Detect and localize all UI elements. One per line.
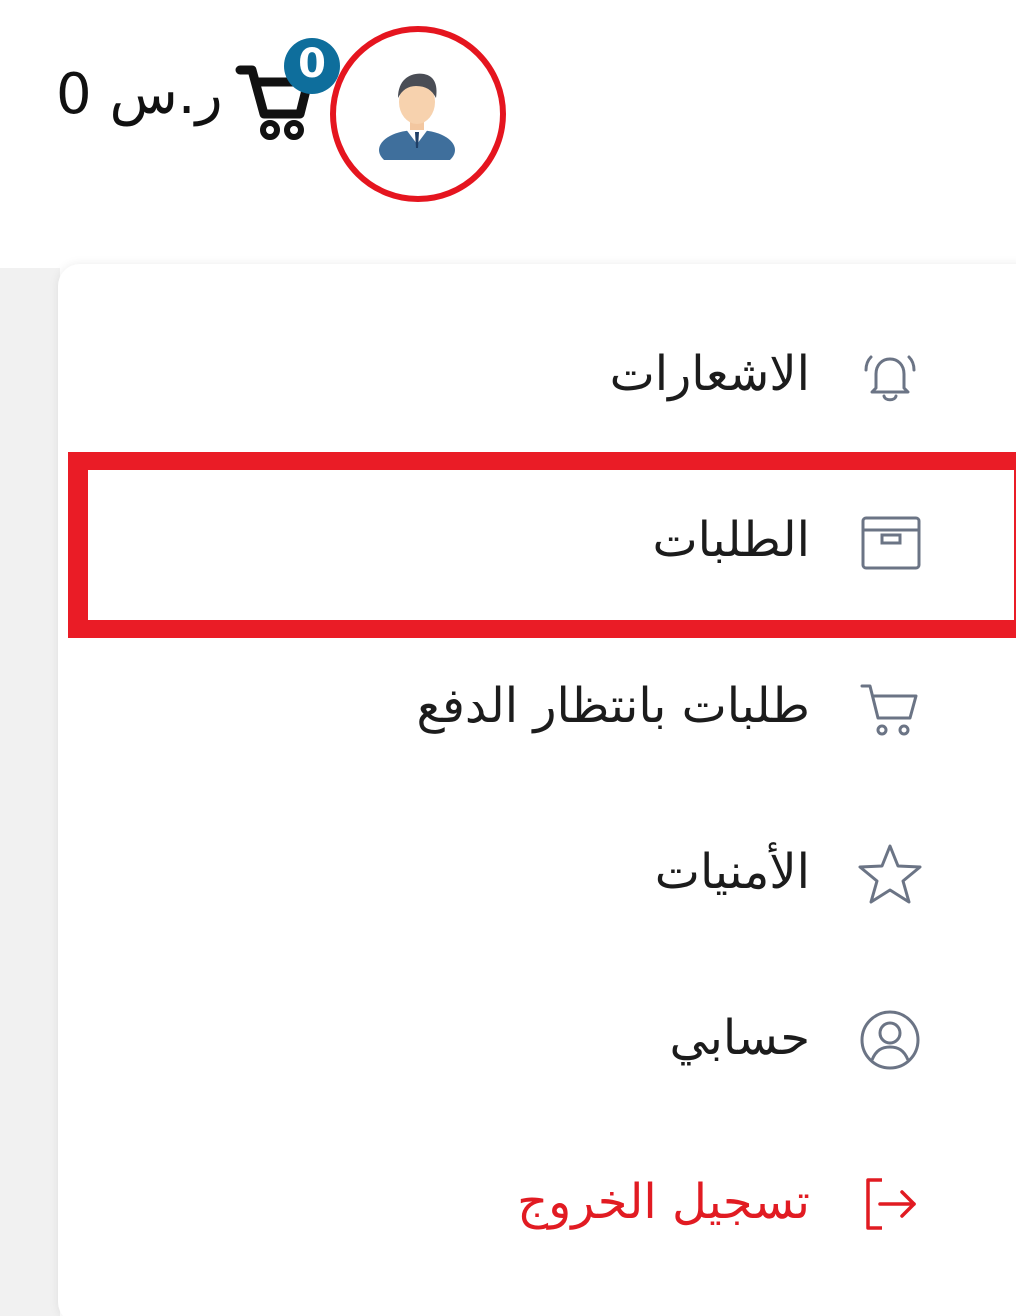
menu-item-notifications[interactable]: الاشعارات (58, 314, 1016, 434)
star-icon (858, 844, 922, 904)
background-strip (0, 268, 60, 1316)
cart-icon (860, 684, 918, 736)
archive-box-icon (861, 516, 921, 570)
cart-total-price: 0 ر.س (56, 62, 223, 127)
user-circle-icon (860, 1010, 920, 1070)
menu-item-label: الطلبات (652, 512, 810, 568)
menu-item-label: حسابي (669, 1010, 810, 1066)
avatar-icon (379, 73, 455, 160)
menu-item-orders[interactable]: الطلبات (58, 480, 1016, 600)
page: 0 ر.س 0 الاشعارات الطلبات طلبات بانتظار … (0, 0, 1016, 1316)
user-avatar-button[interactable] (330, 26, 506, 202)
menu-item-label: طلبات بانتظار الدفع (416, 678, 810, 734)
menu-item-my-account[interactable]: حسابي (58, 978, 1016, 1098)
menu-item-label: الاشعارات (609, 346, 810, 402)
menu-item-label: الأمنيات (654, 844, 810, 900)
menu-item-pending-payment-orders[interactable]: طلبات بانتظار الدفع (58, 646, 1016, 766)
account-dropdown-menu: الاشعارات الطلبات طلبات بانتظار الدفع ال… (58, 264, 1016, 1316)
bell-icon (864, 355, 916, 402)
logout-icon (866, 1178, 916, 1230)
menu-item-wishlist[interactable]: الأمنيات (58, 812, 1016, 932)
menu-item-logout[interactable]: تسجيل الخروج (58, 1142, 1016, 1262)
menu-item-label: تسجيل الخروج (517, 1174, 810, 1230)
